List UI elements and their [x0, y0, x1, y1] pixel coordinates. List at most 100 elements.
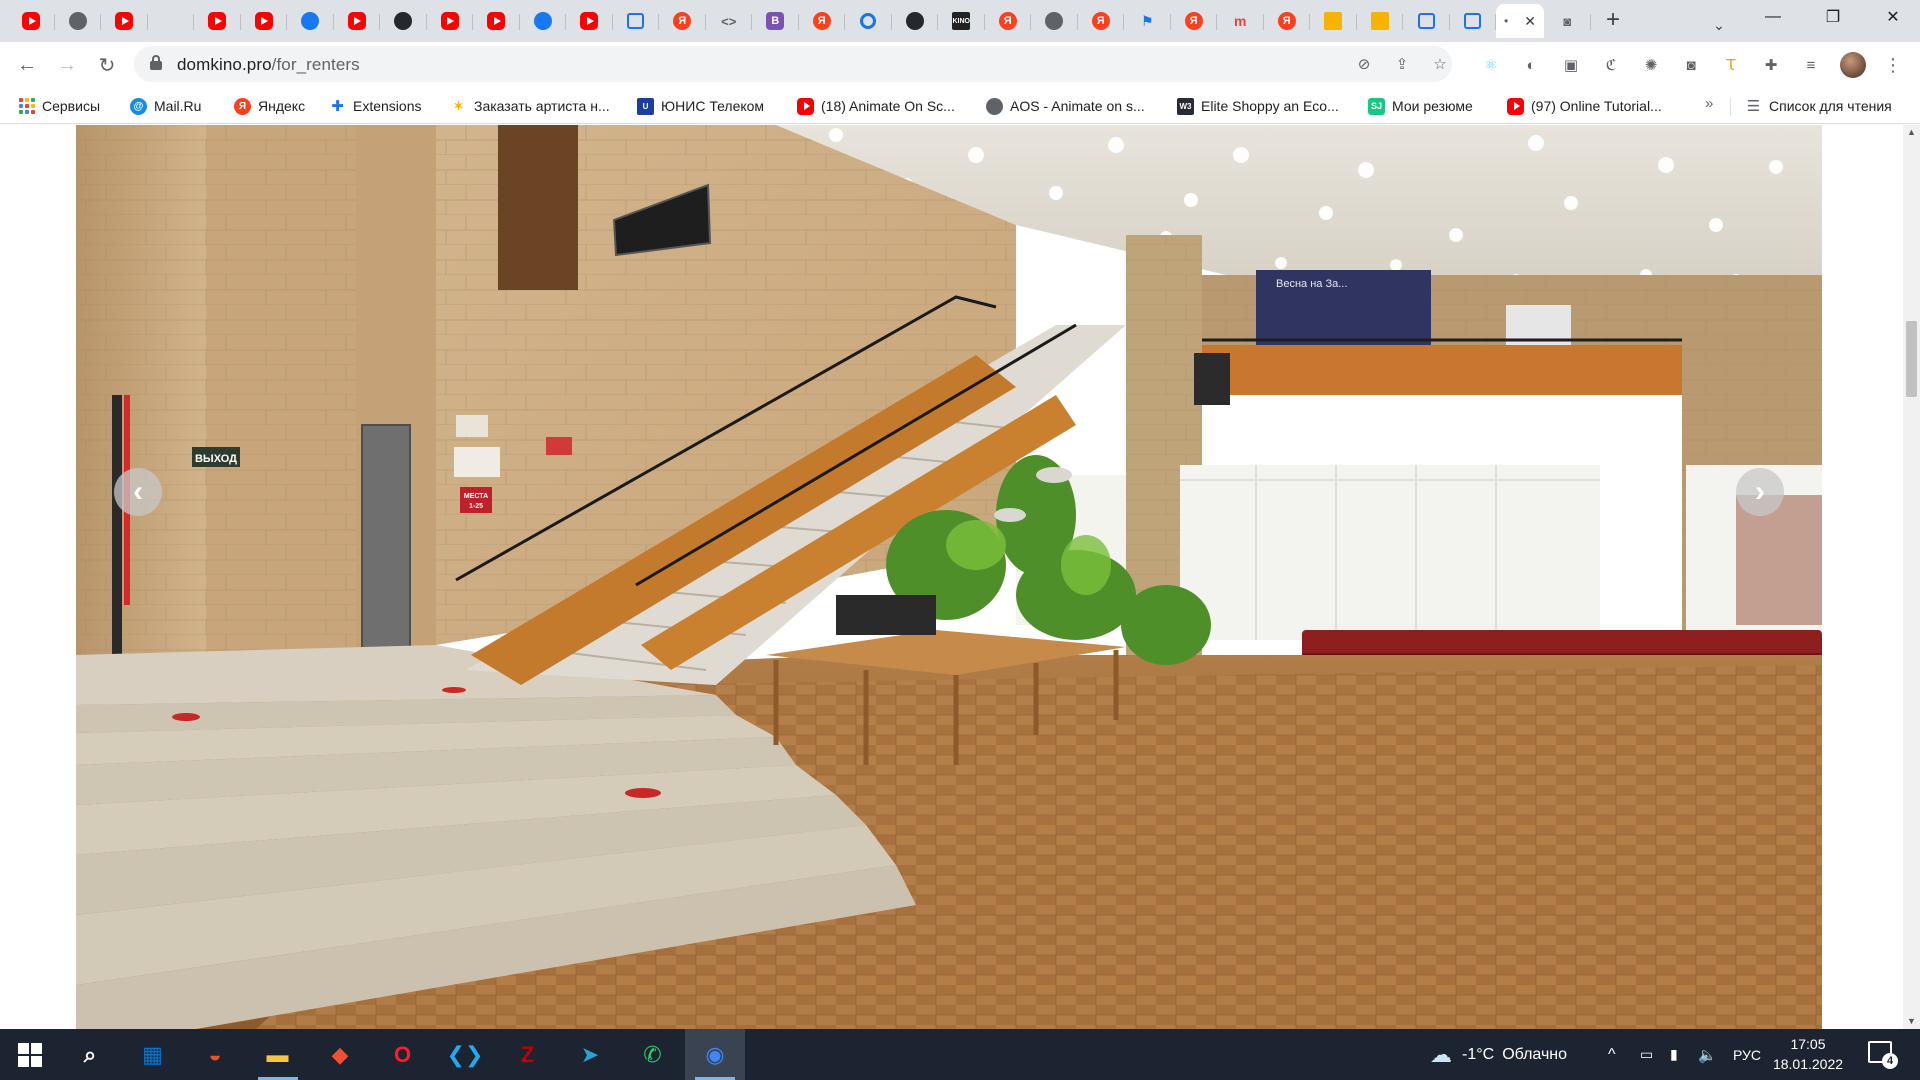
bookmark-youtube-tutorial[interactable]: (97) Online Tutorial... — [1507, 95, 1662, 117]
eye-off-icon[interactable]: ⊘ — [1354, 54, 1374, 74]
close-tab-icon[interactable]: ✕ — [1524, 13, 1536, 30]
bookmark-aos[interactable]: AOS - Animate on s... — [986, 95, 1145, 117]
browser-tab[interactable] — [287, 4, 334, 38]
browser-tab[interactable] — [566, 4, 613, 38]
taskbar-opera-button[interactable]: O — [373, 1029, 433, 1080]
notification-center-button[interactable]: 4 — [1868, 1041, 1898, 1069]
taskbar-vscode-button[interactable]: ❮❯ — [435, 1029, 495, 1080]
bookmark-extensions[interactable]: ✚ Extensions — [329, 95, 421, 117]
new-tab-button[interactable]: + — [1599, 6, 1627, 34]
taskbar-store-button[interactable]: ▦ — [123, 1029, 183, 1080]
meet-now-icon[interactable]: ▭ — [1640, 1029, 1653, 1080]
forward-button[interactable]: → — [52, 50, 82, 80]
browser-tab[interactable]: Я — [799, 4, 846, 38]
browser-tab[interactable]: <> — [706, 4, 753, 38]
close-window-button[interactable]: ✕ — [1870, 0, 1916, 34]
playlist-icon[interactable]: ≡ — [1800, 54, 1822, 76]
browser-tab[interactable] — [845, 4, 892, 38]
browser-tab[interactable] — [427, 4, 474, 38]
camera-icon[interactable]: ◙ — [1680, 54, 1702, 76]
browser-tab[interactable] — [473, 4, 520, 38]
translate-icon[interactable]: Ꚍ — [1720, 54, 1742, 76]
share-icon[interactable]: ⇪ — [1392, 54, 1412, 74]
browser-tab[interactable]: B — [752, 4, 799, 38]
taskbar-file-explorer-button[interactable]: ▬ — [248, 1029, 308, 1080]
minimize-button[interactable]: — — [1750, 0, 1796, 34]
url-text[interactable]: domkino.pro/for_renters — [177, 55, 360, 75]
battery-icon[interactable]: ▮ — [1670, 1029, 1678, 1080]
bookmark-yandex[interactable]: Я Яндекс — [234, 95, 305, 117]
bookmark-youtube-animate[interactable]: (18) Animate On Sc... — [797, 95, 955, 117]
taskbar-chrome-button[interactable]: ◉ — [685, 1029, 745, 1080]
maximize-button[interactable]: ❐ — [1810, 0, 1856, 34]
taskbar-whatsapp-button[interactable]: ✆ — [623, 1029, 683, 1080]
browser-tab[interactable]: ◙ — [1544, 4, 1591, 38]
browser-tab[interactable] — [892, 4, 939, 38]
taskbar-filezilla-button[interactable]: Z — [498, 1029, 558, 1080]
browser-tab[interactable]: KINO — [938, 4, 985, 38]
image-icon[interactable]: ▣ — [1560, 54, 1582, 76]
tab-search-button[interactable]: ⌄ — [1696, 8, 1742, 42]
browser-tab[interactable] — [1450, 4, 1497, 38]
browser-tab[interactable] — [148, 4, 195, 38]
puzzle-icon[interactable]: ✚ — [1760, 54, 1782, 76]
bookmark-unis-telecom[interactable]: U ЮНИС Телеком — [637, 95, 764, 117]
page-scrollbar[interactable]: ▲ ▼ — [1903, 125, 1920, 1029]
browser-tab[interactable]: ⚑ — [1124, 4, 1171, 38]
pixel-icon[interactable]: ✺ — [1640, 54, 1662, 76]
scroll-down-arrow[interactable]: ▼ — [1907, 1017, 1916, 1026]
browser-tab[interactable]: Я — [1264, 4, 1311, 38]
chrome-menu-button[interactable]: ⋮ — [1884, 52, 1902, 78]
browser-tab[interactable] — [613, 4, 660, 38]
star-icon[interactable]: ☆ — [1430, 54, 1450, 74]
browser-tab[interactable] — [8, 4, 55, 38]
browser-tab[interactable] — [1357, 4, 1404, 38]
lock-icon[interactable] — [150, 55, 162, 71]
slider-next-button[interactable]: › — [1736, 468, 1784, 516]
scroll-thumb[interactable] — [1906, 321, 1917, 397]
browser-tab[interactable] — [241, 4, 288, 38]
start-button[interactable] — [0, 1029, 60, 1080]
browser-tab[interactable]: Я — [659, 4, 706, 38]
css-icon[interactable]: ℭ — [1600, 54, 1622, 76]
profile-avatar[interactable] — [1840, 52, 1866, 78]
browser-tab[interactable] — [1403, 4, 1450, 38]
browser-tab[interactable]: Я — [1078, 4, 1125, 38]
language-indicator[interactable]: РУС — [1733, 1029, 1761, 1080]
address-bar[interactable]: domkino.pro/for_renters ⊘ ⇪ ☆ — [134, 46, 1452, 82]
browser-tab[interactable] — [55, 4, 102, 38]
browser-tab[interactable] — [1310, 4, 1357, 38]
browser-tab[interactable] — [520, 4, 567, 38]
slider-prev-button[interactable]: ‹ — [114, 468, 162, 516]
taskbar-git-button[interactable]: ◆ — [310, 1029, 370, 1080]
weather-widget[interactable]: ☁ -1°C Облачно — [1430, 1029, 1567, 1080]
tray-overflow-button[interactable]: ^ — [1608, 1029, 1616, 1080]
reading-list-button[interactable]: ☰ Список для чтения — [1745, 95, 1892, 117]
browser-tab[interactable]: Я — [1171, 4, 1218, 38]
system-clock[interactable]: 17:05 18.01.2022 — [1770, 1034, 1846, 1074]
browser-tab[interactable] — [194, 4, 241, 38]
back-button[interactable]: ← — [12, 50, 42, 80]
taskbar-search-button[interactable]: ⌕ — [60, 1029, 120, 1080]
react-icon[interactable]: ⚛ — [1480, 54, 1502, 76]
browser-tab[interactable] — [1031, 4, 1078, 38]
browser-tab[interactable]: m — [1217, 4, 1264, 38]
active-tab[interactable]: • ✕ — [1496, 4, 1544, 38]
bookmark-services[interactable]: Сервисы — [18, 95, 100, 117]
bookmark-resume[interactable]: SJ Мои резюме — [1368, 95, 1473, 117]
scroll-up-arrow[interactable]: ▲ — [1907, 128, 1916, 137]
browser-tab[interactable]: Я — [985, 4, 1032, 38]
bookmark-label: Elite Shoppy an Eco... — [1201, 98, 1339, 114]
bookmark-mailru[interactable]: @ Mail.Ru — [130, 95, 201, 117]
volume-icon[interactable]: 🔈 — [1698, 1029, 1717, 1080]
taskbar-ubuntu-button[interactable]: ◒ — [185, 1029, 245, 1080]
extension-circle-icon[interactable]: ◐ — [1520, 54, 1542, 76]
bookmark-order-artist[interactable]: ✶ Заказать артиста н... — [450, 95, 609, 117]
browser-tab[interactable] — [334, 4, 381, 38]
browser-tab[interactable] — [101, 4, 148, 38]
bookmark-elite-shoppy[interactable]: W3 Elite Shoppy an Eco... — [1177, 95, 1339, 117]
browser-tab[interactable] — [380, 4, 427, 38]
bookmarks-overflow-button[interactable]: » — [1705, 95, 1713, 112]
reload-button[interactable]: ↻ — [92, 50, 122, 80]
taskbar-telegram-button[interactable]: ➤ — [560, 1029, 620, 1080]
